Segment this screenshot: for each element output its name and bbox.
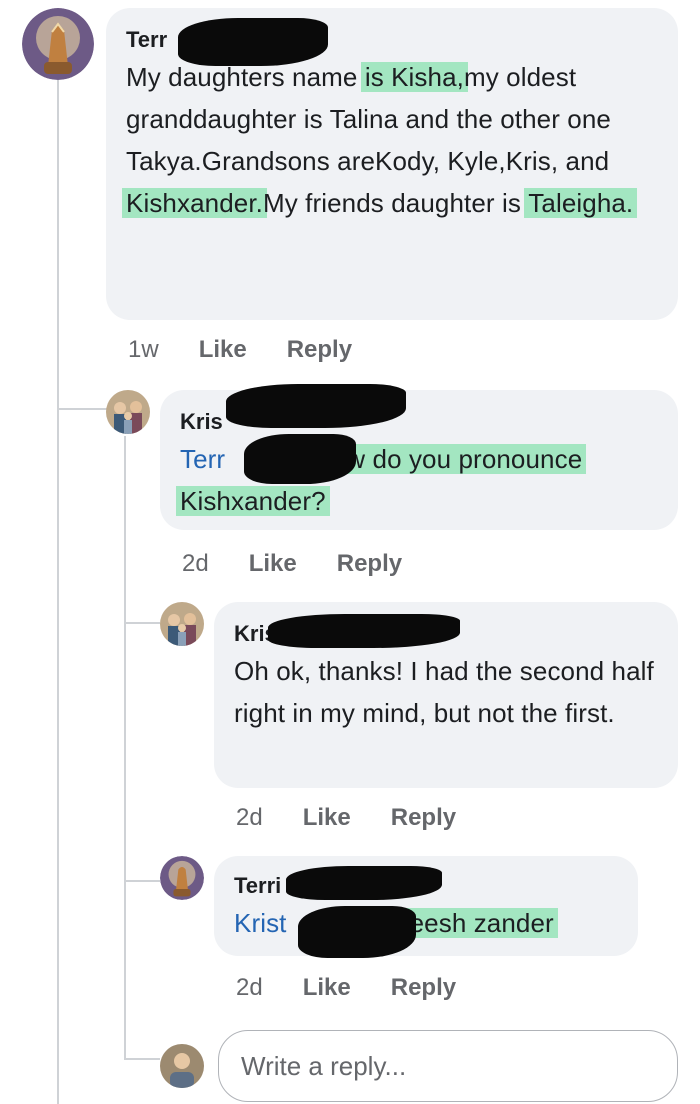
timestamp[interactable]: 2d [182,550,209,578]
redaction-mark [286,866,442,900]
redaction-mark [226,384,406,428]
reply-input[interactable]: Write a reply... [218,1030,678,1102]
timestamp[interactable]: 2d [236,974,263,1002]
thread-line-branch-2 [124,622,160,624]
like-button[interactable]: Like [249,550,297,578]
redaction-mark [244,434,356,484]
redaction-mark [298,906,416,958]
comment-text: Krist keesh zander [234,902,638,944]
praying-hands-avatar-icon[interactable] [160,856,204,900]
reply-input-placeholder: Write a reply... [241,1050,407,1081]
reply-button[interactable]: Reply [337,550,402,578]
reply-button[interactable]: Reply [391,804,456,832]
like-button[interactable]: Like [303,974,351,1002]
comment-actions: 1w Like Reply [128,336,352,364]
user-avatar-icon[interactable] [160,1044,204,1088]
comment-actions: 2d Like Reply [236,804,456,832]
comment-actions: 2d Like Reply [182,550,402,578]
timestamp[interactable]: 2d [236,804,263,832]
reply-button[interactable]: Reply [391,974,456,1002]
thread-line-main [57,80,59,1104]
thread-line-sub [124,436,126,1058]
like-button[interactable]: Like [303,804,351,832]
comment-actions: 2d Like Reply [236,974,456,1002]
praying-hands-avatar-icon[interactable] [22,8,94,80]
family-photo-avatar-icon[interactable] [160,602,204,646]
comment-text: Oh ok, thanks! I had the second half rig… [234,656,654,728]
thread-line-branch-1 [57,408,107,410]
family-photo-avatar-icon[interactable] [106,390,150,434]
comment-text: My daughters name is Kisha,my oldest gra… [122,56,678,224]
mention-link[interactable]: Krist [234,908,287,938]
reply-button[interactable]: Reply [287,336,352,364]
thread-line-branch-3 [124,880,160,882]
redaction-mark [178,18,328,66]
mention-link[interactable]: Terr [180,444,225,474]
thread-line-branch-4 [124,1058,160,1060]
timestamp[interactable]: 1w [128,336,159,364]
like-button[interactable]: Like [199,336,247,364]
redaction-mark [268,614,460,648]
